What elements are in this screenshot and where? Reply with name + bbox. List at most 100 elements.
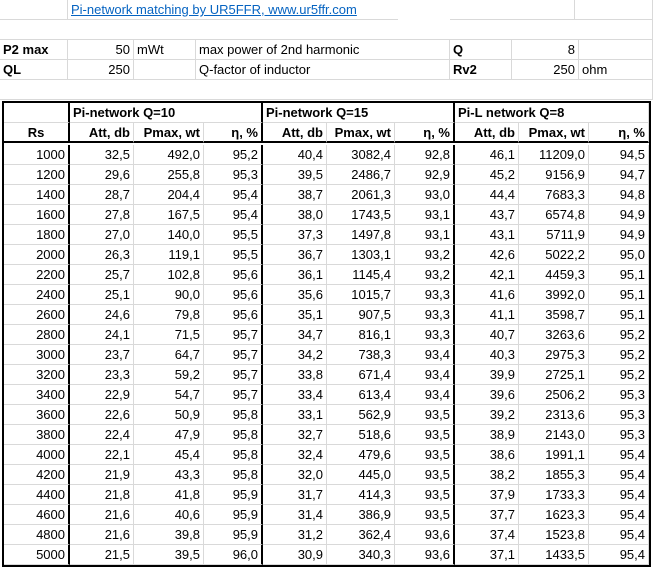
value-cell[interactable]: 5711,9	[519, 225, 589, 245]
column-header[interactable]: η, %	[395, 123, 455, 143]
value-cell[interactable]: 40,6	[134, 505, 204, 525]
value-cell[interactable]: 93,5	[395, 505, 455, 525]
rs-cell[interactable]: 2000	[4, 245, 70, 265]
value-cell[interactable]: 92,8	[395, 145, 455, 165]
value-cell[interactable]: 93,6	[395, 545, 455, 565]
value-cell[interactable]: 45,2	[455, 165, 519, 185]
value-cell[interactable]: 22,6	[70, 405, 134, 425]
value-cell[interactable]: 64,7	[134, 345, 204, 365]
rs-cell[interactable]: 1600	[4, 205, 70, 225]
value-cell[interactable]: 32,4	[263, 445, 327, 465]
value-cell[interactable]: 1145,4	[327, 265, 395, 285]
value-cell[interactable]: 93,4	[395, 365, 455, 385]
value-cell[interactable]: 1991,1	[519, 445, 589, 465]
value-cell[interactable]: 23,7	[70, 345, 134, 365]
value-cell[interactable]: 671,4	[327, 365, 395, 385]
value-cell[interactable]: 39,5	[134, 545, 204, 565]
value-cell[interactable]: 95,4	[589, 545, 649, 565]
value-cell[interactable]: 95,2	[589, 365, 649, 385]
value-cell[interactable]: 33,1	[263, 405, 327, 425]
value-cell[interactable]: 255,8	[134, 165, 204, 185]
value-cell[interactable]: 24,1	[70, 325, 134, 345]
value-cell[interactable]: 93,1	[395, 225, 455, 245]
param-value[interactable]: 250	[512, 60, 579, 80]
value-cell[interactable]: 94,8	[589, 185, 649, 205]
value-cell[interactable]: 93,3	[395, 285, 455, 305]
param-desc[interactable]: Q-factor of inductor	[196, 60, 450, 80]
rs-cell[interactable]: 3400	[4, 385, 70, 405]
value-cell[interactable]: 93,0	[395, 185, 455, 205]
column-header[interactable]: Pmax, wt	[134, 123, 204, 143]
value-cell[interactable]: 37,7	[455, 505, 519, 525]
value-cell[interactable]: 93,5	[395, 405, 455, 425]
value-cell[interactable]: 35,1	[263, 305, 327, 325]
value-cell[interactable]: 95,1	[589, 305, 649, 325]
rs-cell[interactable]: 2800	[4, 325, 70, 345]
value-cell[interactable]: 1623,3	[519, 505, 589, 525]
rs-cell[interactable]: 3600	[4, 405, 70, 425]
value-cell[interactable]: 38,9	[455, 425, 519, 445]
value-cell[interactable]: 22,4	[70, 425, 134, 445]
value-cell[interactable]: 95,8	[204, 445, 263, 465]
rs-cell[interactable]: 2200	[4, 265, 70, 285]
value-cell[interactable]: 47,9	[134, 425, 204, 445]
cell-empty[interactable]	[0, 80, 653, 100]
value-cell[interactable]: 95,4	[589, 525, 649, 545]
value-cell[interactable]: 21,6	[70, 525, 134, 545]
value-cell[interactable]: 25,7	[70, 265, 134, 285]
column-header[interactable]: η, %	[204, 123, 263, 143]
value-cell[interactable]: 33,4	[263, 385, 327, 405]
value-cell[interactable]: 1497,8	[327, 225, 395, 245]
param-label[interactable]: Rv2	[450, 60, 512, 80]
value-cell[interactable]: 95,8	[204, 425, 263, 445]
value-cell[interactable]: 93,5	[395, 445, 455, 465]
value-cell[interactable]: 38,0	[263, 205, 327, 225]
value-cell[interactable]: 96,0	[204, 545, 263, 565]
value-cell[interactable]: 95,1	[589, 285, 649, 305]
value-cell[interactable]: 140,0	[134, 225, 204, 245]
value-cell[interactable]: 95,6	[204, 285, 263, 305]
value-cell[interactable]: 21,6	[70, 505, 134, 525]
value-cell[interactable]: 93,4	[395, 345, 455, 365]
value-cell[interactable]: 95,3	[204, 165, 263, 185]
group-header[interactable]: Pi-network Q=10	[70, 103, 263, 123]
param-value[interactable]: 50	[68, 40, 134, 60]
value-cell[interactable]: 6574,8	[519, 205, 589, 225]
value-cell[interactable]: 40,3	[455, 345, 519, 365]
rs-cell[interactable]: 1200	[4, 165, 70, 185]
column-header[interactable]: Rs	[4, 123, 70, 143]
group-header[interactable]: Pi-network Q=15	[263, 103, 455, 123]
value-cell[interactable]: 37,3	[263, 225, 327, 245]
param-label[interactable]: Q	[450, 40, 512, 60]
value-cell[interactable]: 479,6	[327, 445, 395, 465]
value-cell[interactable]: 95,3	[589, 425, 649, 445]
value-cell[interactable]: 39,8	[134, 525, 204, 545]
value-cell[interactable]: 562,9	[327, 405, 395, 425]
value-cell[interactable]: 92,9	[395, 165, 455, 185]
value-cell[interactable]: 95,1	[589, 265, 649, 285]
value-cell[interactable]: 41,1	[455, 305, 519, 325]
value-cell[interactable]: 22,1	[70, 445, 134, 465]
value-cell[interactable]: 21,9	[70, 465, 134, 485]
param-value[interactable]: 250	[68, 60, 134, 80]
value-cell[interactable]: 90,0	[134, 285, 204, 305]
column-header[interactable]: Pmax, wt	[519, 123, 589, 143]
value-cell[interactable]: 95,6	[204, 305, 263, 325]
value-cell[interactable]: 93,3	[395, 325, 455, 345]
value-cell[interactable]: 46,1	[455, 145, 519, 165]
value-cell[interactable]: 31,4	[263, 505, 327, 525]
value-cell[interactable]: 32,7	[263, 425, 327, 445]
value-cell[interactable]: 9156,9	[519, 165, 589, 185]
value-cell[interactable]: 95,5	[204, 225, 263, 245]
value-cell[interactable]: 2486,7	[327, 165, 395, 185]
rs-cell[interactable]: 2400	[4, 285, 70, 305]
value-cell[interactable]: 1303,1	[327, 245, 395, 265]
rs-cell[interactable]: 4000	[4, 445, 70, 465]
value-cell[interactable]: 518,6	[327, 425, 395, 445]
value-cell[interactable]: 37,1	[455, 545, 519, 565]
rs-cell[interactable]: 1000	[4, 145, 70, 165]
rs-cell[interactable]: 3800	[4, 425, 70, 445]
value-cell[interactable]: 50,9	[134, 405, 204, 425]
value-cell[interactable]: 39,6	[455, 385, 519, 405]
cell-empty[interactable]	[575, 0, 653, 20]
